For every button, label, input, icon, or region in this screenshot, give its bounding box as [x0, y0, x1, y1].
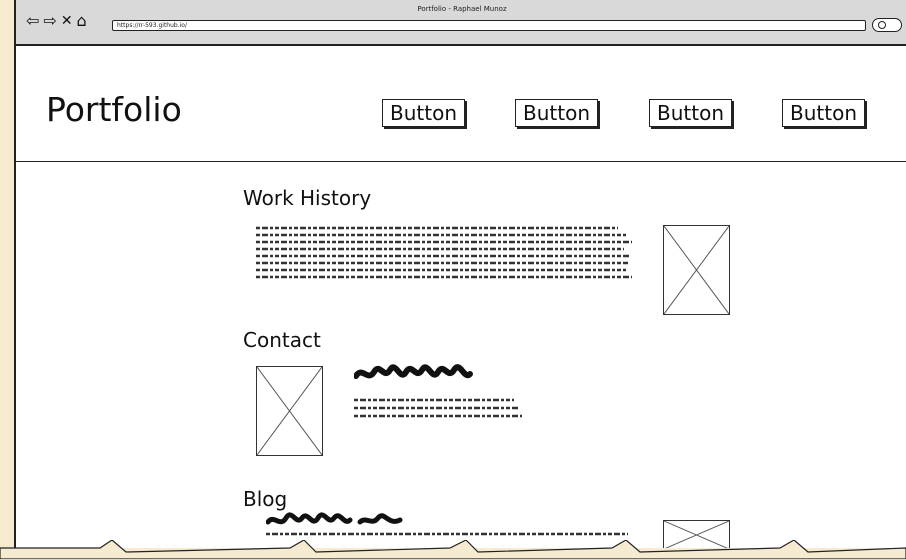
contact-image-placeholder — [256, 366, 323, 456]
url-text: https://rr-593.github.io/ — [117, 22, 187, 29]
nav-button-4[interactable]: Button — [782, 99, 865, 127]
blog-text-block — [266, 532, 628, 536]
search-icon — [878, 21, 886, 29]
work-history-image-placeholder — [663, 225, 730, 315]
torn-page-edge — [0, 540, 906, 559]
work-history-text-block — [256, 226, 632, 279]
close-icon[interactable]: ✕ — [61, 13, 73, 29]
site-logo[interactable]: Portfolio — [46, 90, 182, 129]
nav-button-2[interactable]: Button — [515, 99, 598, 127]
contact-heading-scribble — [354, 364, 473, 379]
window-title: Portfolio - Raphael Munoz — [417, 5, 507, 13]
forward-arrow-icon[interactable]: ⇨ — [43, 13, 56, 29]
search-button[interactable] — [872, 18, 902, 32]
browser-window: Portfolio - Raphael Munoz ⇦ ⇨ ✕ ⌂ https:… — [14, 0, 906, 548]
browser-nav-icons: ⇦ ⇨ ✕ ⌂ — [26, 13, 87, 30]
site-header: Portfolio Button Button Button Button — [16, 46, 906, 162]
contact-title: Contact — [243, 328, 321, 352]
work-history-title: Work History — [243, 186, 372, 210]
blog-heading-scribble — [266, 512, 403, 525]
blog-title: Blog — [243, 487, 288, 511]
contact-text-block — [354, 398, 522, 418]
home-icon[interactable]: ⌂ — [77, 13, 87, 29]
browser-toolbar: Portfolio - Raphael Munoz ⇦ ⇨ ✕ ⌂ https:… — [16, 0, 906, 46]
address-bar[interactable]: https://rr-593.github.io/ — [112, 20, 866, 31]
nav-button-3[interactable]: Button — [649, 99, 732, 127]
back-arrow-icon[interactable]: ⇦ — [26, 13, 39, 29]
nav-button-1[interactable]: Button — [382, 99, 465, 127]
